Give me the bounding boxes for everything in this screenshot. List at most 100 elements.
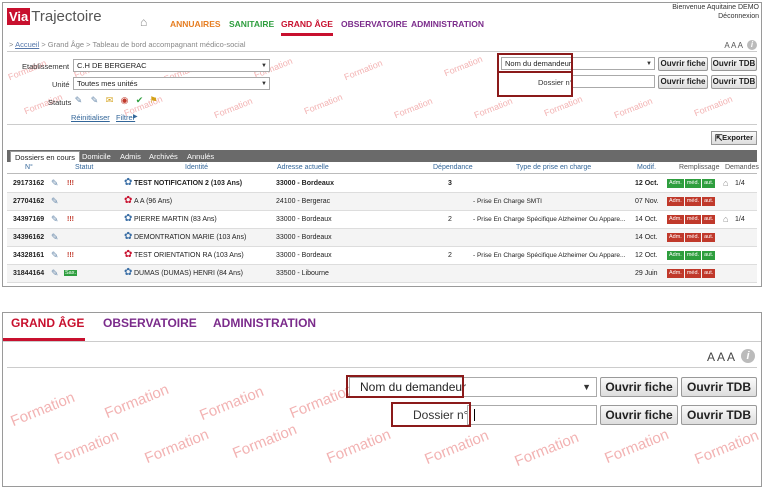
row-number[interactable]: 29173162 [13,180,44,187]
patient-identity[interactable]: TEST NOTIFICATION 2 (103 Ans) [134,180,242,187]
logo-via: Via [7,7,31,25]
col-remplissage: Remplissage [679,164,720,171]
watermark: Formation [102,380,172,423]
patient-identity[interactable]: DUMAS (DUMAS) HENRI (84 Ans) [134,270,243,277]
house-icon[interactable]: ⌂ [723,178,728,188]
patient-address: 33000 - Bordeaux [276,216,332,223]
status-pencil-icon[interactable]: ✎ [73,95,84,105]
fill-status: Adm. méd. aut. [667,197,716,206]
table-row[interactable]: 34396162 ✎ ✿ DEMONTRATION MARIE (103 Ans) 33… [7,229,757,247]
table-row[interactable]: 34397169 ✎!!! ✿ PIERRE MARTIN (83 Ans) 33000… [7,211,757,229]
tab-annules[interactable]: Annulés [187,151,214,162]
info-icon[interactable]: i [747,40,757,50]
chevron-down-icon: ▼ [582,382,591,392]
breadcrumb-home[interactable]: Accueil [15,40,39,49]
zoom-open-tdb-button[interactable]: Ouvrir TDB [681,377,757,397]
col-modif[interactable]: Modif. [637,164,656,171]
fill-pill: méd. [684,251,702,260]
fill-status: Adm. méd. aut. [667,215,716,224]
open-tdb-button[interactable]: Ouvrir TDB [711,57,757,71]
open-tdb-button[interactable]: Ouvrir TDB [711,75,757,89]
modified-date: 29 Juin [635,270,658,277]
row-number[interactable]: 34396162 [13,234,44,241]
fill-pill: aut. [702,233,716,242]
dossier-input[interactable] [572,75,655,88]
fill-pill: Adm. [667,233,684,242]
home-icon[interactable]: ⌂ [140,15,147,29]
watermark: Formation [422,426,492,469]
watermark: Formation [8,388,78,431]
row-number[interactable]: 34328161 [13,252,44,259]
status-pencil-check-icon[interactable]: ✎ [89,95,100,105]
unite-select[interactable]: Toutes mes unités ▼ [73,77,270,90]
col-dependance[interactable]: Dépendance [433,164,473,171]
fill-status: Adm. méd. aut. [667,251,716,260]
zoom-dossier-input[interactable] [467,405,597,425]
logo[interactable]: Via Trajectoire [7,7,102,25]
fill-pill: aut. [702,251,716,260]
status-icon: ✎ [51,214,59,224]
fill-pill: Adm. [667,251,684,260]
status-refused-icon[interactable]: ◉ [119,95,130,105]
row-number[interactable]: 27704162 [13,198,44,205]
table-row[interactable]: 34328161 ✎!!! ✿ TEST ORIENTATION RA (103 An… [7,247,757,265]
status-accepted-icon[interactable]: ✔ [134,95,145,105]
status-transfer-icon[interactable]: ⚑ [148,95,159,105]
patient-identity[interactable]: A A (96 Ans) [134,198,172,205]
col-statut[interactable]: Statut [75,164,93,171]
fill-pill: aut. [702,215,716,224]
logout-link[interactable]: Déconnexion [672,12,759,21]
nav-grand-age[interactable]: GRAND ÂGE [281,19,333,36]
open-file-button[interactable]: Ouvrir fiche [658,75,708,89]
font-size-controls[interactable]: A A A [724,41,743,50]
tab-archives[interactable]: Archivés [149,151,178,162]
col-type[interactable]: Type de prise en charge [516,164,591,171]
dependance-value: 3 [448,180,452,187]
nav-administration[interactable]: ADMINISTRATION [411,19,484,29]
tab-dossiers-en-cours[interactable]: Dossiers en cours [10,151,81,162]
zoom-nav-observatoire[interactable]: OBSERVATOIRE [103,316,197,330]
highlight-box [497,53,573,73]
patient-address: 33000 - Bordeaux [276,180,334,187]
col-identite[interactable]: Identité [185,164,208,171]
col-adresse[interactable]: Adresse actuelle [277,164,329,171]
table-row[interactable]: 29173162 ✎!!! ✿ TEST NOTIFICATION 2 (103 An… [7,175,757,193]
nav-sanitaire[interactable]: SANITAIRE [229,19,274,29]
open-file-button[interactable]: Ouvrir fiche [658,57,708,71]
zoom-open-file-button[interactable]: Ouvrir fiche [600,377,678,397]
export-label: Exporter [722,133,753,142]
row-number[interactable]: 34397169 [13,216,44,223]
modified-date: 14 Oct. [635,216,658,223]
info-icon[interactable]: i [741,349,755,363]
welcome-text: Bienvenue Aquitaine DEMO [672,4,759,11]
patient-identity[interactable]: TEST ORIENTATION RA (103 Ans) [134,252,244,259]
status-icon: ✎ [51,250,59,260]
export-button[interactable]: ⇱ Exporter [711,131,757,145]
alert-icon: !!! [67,216,74,223]
nav-observatoire[interactable]: OBSERVATOIRE [341,19,407,29]
col-num[interactable]: N° [25,164,33,171]
reset-link[interactable]: Réinitialiser [71,113,110,122]
zoom-open-tdb-button[interactable]: Ouvrir TDB [681,405,757,425]
font-size-controls[interactable]: A A A [707,350,735,364]
nav-annuaires[interactable]: ANNUAIRES [170,19,221,29]
fill-pill: Adm. [667,269,684,278]
etablissement-select[interactable]: C.H DE BERGERAC ▼ [73,59,270,72]
status-envelope-icon[interactable]: ✉ [104,95,115,105]
watermark: Formation [197,382,267,425]
patient-identity[interactable]: DEMONTRATION MARIE (103 Ans) [134,234,246,241]
zoom-open-file-button[interactable]: Ouvrir fiche [600,405,678,425]
zoom-nav-grand-age[interactable]: GRAND ÂGE [11,316,84,330]
dashboard-panel: Via Trajectoire ⌂ ANNUAIRES SANITAIRE GR… [2,2,762,287]
table-row[interactable]: 31844164 ✎ Sax. ✿ DUMAS (DUMAS) HENRI (84 An… [7,265,757,283]
zoom-nav-administration[interactable]: ADMINISTRATION [213,316,316,330]
breadcrumb-sep: > [9,40,14,49]
patient-identity[interactable]: PIERRE MARTIN (83 Ans) [134,216,217,223]
table-row[interactable]: 27704162 ✎ ✿ A A (96 Ans) 24100 - Bergerac - … [7,193,757,211]
fill-pill: méd. [684,269,702,278]
house-icon[interactable]: ⌂ [723,214,728,224]
tab-admis[interactable]: Admis [120,151,141,162]
row-number[interactable]: 31844164 [13,270,44,277]
tab-domicile[interactable]: Domicile [82,151,111,162]
modified-date: 12 Oct. [635,252,658,259]
